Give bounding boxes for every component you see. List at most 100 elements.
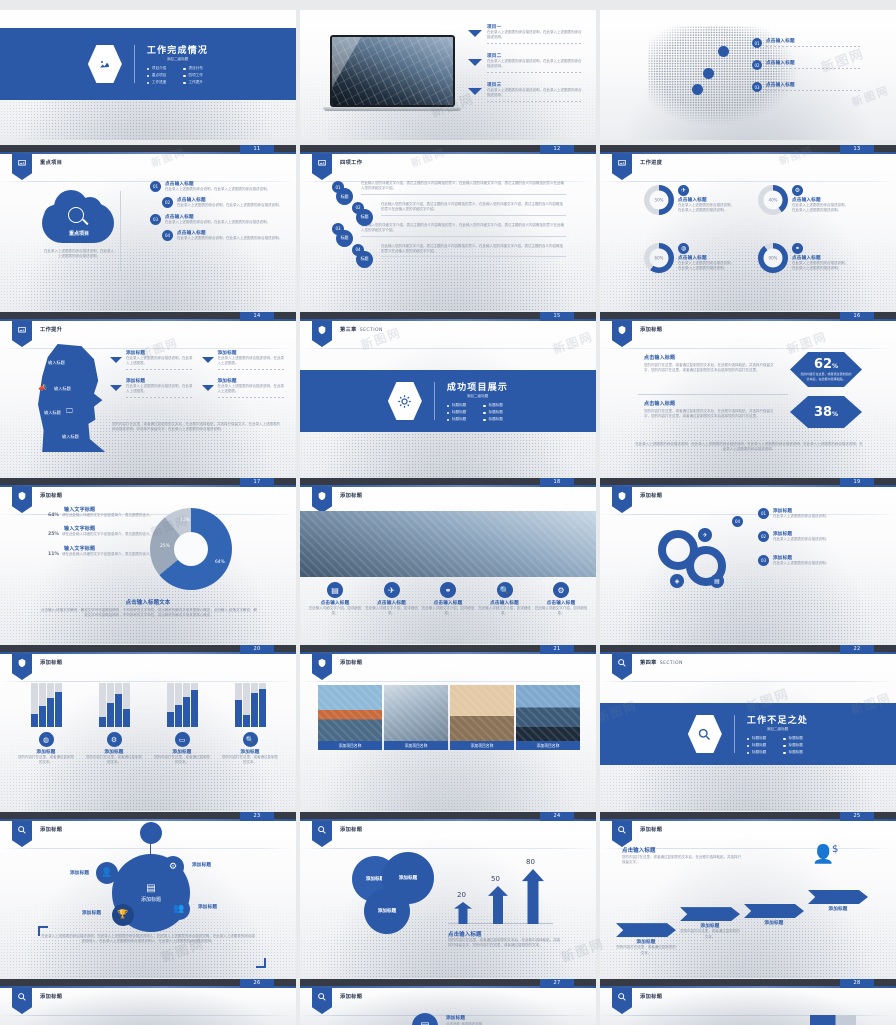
- donut-card[interactable]: 50% ✈ 点击输入标题 在此录入上述图表的综合描述说明，在此录入上述图表的描述…: [644, 185, 734, 215]
- bike-icon: ⚙: [106, 732, 122, 747]
- legend-item[interactable]: 输入文字标题 25% 请在此处输入详细的文字介绍信息简介，表达图表的含义。: [48, 525, 153, 537]
- slide-thumbnail[interactable]: 19 添加标题 ✈ ◈ ▤ 04 01 添加标题 在此录入上述图表的综合描述说明…: [600, 478, 896, 644]
- list-item[interactable]: 02 添加标题 在此录入上述图表的综合描述说明。: [758, 531, 884, 543]
- step-item[interactable]: 添加标题 您的内容打在这里，或者通过复制您的文本。: [680, 907, 740, 940]
- bar-chart: [85, 683, 143, 727]
- list-item[interactable]: 03 点击输入标题 在此录入上述图表的综合说明，在此录入上述图表的综合描述说明。: [150, 213, 290, 225]
- list-item[interactable]: 03 添加标题 在此录入上述图表的综合描述说明。: [758, 554, 884, 566]
- page-number: 19: [840, 478, 874, 487]
- slide-thumbnail[interactable]: 13 工作进度 50% ✈ 点击输入标题 在此录入上述图表的综合描述说明，在此录…: [600, 145, 896, 311]
- photo-card[interactable]: 添加项目名称: [516, 685, 580, 750]
- node-bubble[interactable]: 🏆: [112, 904, 134, 926]
- project-item[interactable]: 项目三 在此录入上述图表的综合描述说明，在此录入上述图表的综合描述说明。: [468, 82, 583, 102]
- icon-card[interactable]: ▤ 点击输入标题 在此输入详细文字介绍，如详细信息。: [308, 582, 362, 617]
- slide-thumbnail[interactable]: 11 重点项目 重点项目 在此录入上述图表的综合描述说明，在此录入上述图表的综合…: [0, 145, 296, 311]
- item-desc: 在此录入上述图表的综合描述说明，在此录入上述图表。: [217, 383, 285, 394]
- slide-thumbnail[interactable]: 16 添加标题 点击输入标题 您的内容打在这里，或者通过复制您的文本后，在此框中…: [600, 312, 896, 478]
- slide-thumbnail[interactable]: 24 添加标题 添加标题 添加标题 添加标题 20 50 80 点击输入标题 您…: [300, 812, 596, 978]
- list-item[interactable]: 添加标题 在此录入上述图表的综合描述说明，在此录入上述图表。: [201, 350, 285, 370]
- photo-card[interactable]: 添加项目名称: [384, 685, 448, 750]
- slide-thumbnail[interactable]: 工作完成情况 添加二级标题 项目介绍 项目分布 重点项目 四项工作 工作进度 工…: [0, 10, 296, 140]
- slide-thumbnail[interactable]: 15 第三章 SECTION 成功项目展示 添加二级标题 标题标题 标题标题 标题…: [300, 312, 596, 478]
- percent-unit: %: [832, 410, 839, 418]
- bar-group[interactable]: ◍ 添加标题 您的内容打在这里，或者通过复制您的文本。: [17, 683, 75, 766]
- slide-header-title: 重点项目: [40, 160, 63, 166]
- photo-card[interactable]: 添加项目名称: [318, 685, 382, 750]
- slide-thumbnail[interactable]: 18 添加标题 ▤ 点击输入标题 在此输入详细文字介绍，如详细信息。 ✈ 点击输…: [300, 478, 596, 644]
- icon-card[interactable]: ⚙ 点击输入标题 在此输入详细文字介绍，如详细信息。: [534, 582, 588, 617]
- slide-thumbnail[interactable]: 23 添加标题 ▤ 添加标题 👤 添加标题 ⚙ 添加标题 👥 添加标题 🏆 添加…: [0, 812, 296, 978]
- donut-card[interactable]: 60% ◍ 点击输入标题 在此录入上述图表的综合描述说明，在此录入上述图表的描述…: [644, 243, 734, 273]
- cover-bullet: 项目介绍: [146, 66, 172, 71]
- project-item[interactable]: 项目二 在此录入上述图表的综合描述说明，在此录入上述图表的综合描述说明。: [468, 53, 583, 73]
- step-title: 添加标题: [828, 907, 848, 912]
- slide-thumbnail[interactable]: 28 添加标题: [600, 979, 896, 1025]
- icon-card[interactable]: 🔍 点击输入标题 在此输入详细文字介绍，如详细信息。: [478, 582, 532, 617]
- list-item[interactable]: 添加标题 在此录入上述图表的综合描述说明，在此录入上述图表。: [201, 378, 285, 398]
- bar-group[interactable]: ⚙ 添加标题 您的内容打在这里，或者通过复制您的文本。: [85, 683, 143, 766]
- step-item[interactable]: 添加标题: [744, 904, 804, 926]
- legend-item[interactable]: 02 点击输入标题: [752, 60, 892, 70]
- legend-item[interactable]: 01 点击输入标题: [752, 38, 892, 48]
- list-item[interactable]: 02 点击输入标题 在此录入上述图表的综合说明，在此录入上述图表的综合描述说明。: [150, 197, 290, 209]
- list-item[interactable]: 01 点击输入标题 在此录入上述图表的综合说明，在此录入上述图表的综合描述说明。: [150, 181, 290, 192]
- photo-card[interactable]: 添加项目名称: [450, 685, 514, 750]
- percent-row[interactable]: 点击输入标题 您的内容打在这里，或者通过复制您的文本后，在此框中选择粘贴，并选择…: [644, 400, 774, 420]
- slide-thumbnail[interactable]: 26 添加标题: [0, 979, 296, 1025]
- bike-icon: ⚙: [792, 185, 803, 196]
- project-desc: 在此录入上述图表的综合描述说明，在此录入上述图表的综合描述说明。: [487, 30, 582, 40]
- percent-row[interactable]: 点击输入标题 您的内容打在这里，或者通过复制您的文本后，在此框中选择粘贴，并选择…: [644, 354, 774, 374]
- slide-thumbnail[interactable]: 12 四项工作 01 标题 在此输入您的详细文字介绍，表达主题的含义内容概括的意…: [300, 145, 596, 311]
- donut-card[interactable]: 40% ⚙ 点击输入标题 在此录入上述图表的综合描述说明，在此录入上述图表的描述…: [758, 185, 848, 215]
- bar-group[interactable]: ▭ 添加标题 您的内容打在这里，或者通过复制您的文本。: [153, 683, 211, 766]
- step-item[interactable]: 添加标题 您的内容打在这里，或者通过复制您的文本。: [616, 923, 676, 956]
- list-item[interactable]: 02 标题 在此输入您的详细文字介绍，表达主题的含义内容概括的意义，在此输入您的…: [330, 201, 566, 226]
- map-pin-icon[interactable]: [718, 46, 729, 57]
- hero-photo: [300, 511, 596, 577]
- item-desc: 在此输入您的详细文字介绍，表达主题的含义内容概括的意义，在此输入您的详细文字介绍…: [361, 181, 564, 191]
- legend-item[interactable]: 03 点击输入标题: [752, 82, 892, 92]
- project-item[interactable]: 项目一 在此录入上述图表的综合描述说明，在此录入上述图表的综合描述说明。: [468, 24, 583, 44]
- map-pin-icon[interactable]: [692, 84, 703, 95]
- icon-card[interactable]: ⚭ 点击输入标题 在此输入详细文字介绍，如详细信息。: [421, 582, 475, 617]
- slide-thumbnail[interactable]: 21 添加标题 添加项目名称 添加项目名称 添加项目名称 添加项目名称: [300, 645, 596, 811]
- list-item[interactable]: 04 点击输入标题 在此录入上述图表的综合说明，在此录入上述图表的综合描述说明。: [150, 230, 290, 242]
- arrow-value: 80: [526, 858, 535, 866]
- list-item[interactable]: 添加标题 在此录入上述图表的综合描述说明，在此录入上述图表。: [110, 378, 194, 398]
- slide-thumbnail[interactable]: 项目一 在此录入上述图表的综合描述说明，在此录入上述图表的综合描述说明。 项目二…: [300, 10, 596, 140]
- node-bubble[interactable]: 👥: [168, 898, 190, 920]
- node-bubble[interactable]: ⚙: [162, 856, 184, 878]
- list-item[interactable]: 01 添加标题 在此录入上述图表的综合描述说明。: [758, 508, 884, 519]
- legend-item[interactable]: 输入文字标题 11% 请在此处输入详细的文字介绍信息简介，表达图表的含义。: [48, 545, 153, 557]
- chevron-down-icon: [468, 87, 482, 95]
- corner-bracket: [256, 958, 266, 968]
- slide-thumbnail[interactable]: 01 点击输入标题 02 点击输入标题 03 点击输入标题: [600, 10, 896, 140]
- node-bubble[interactable]: 👤: [96, 862, 118, 884]
- laptop-base: [323, 107, 462, 111]
- cover-title: 工作完成情况: [146, 46, 209, 56]
- slide-thumbnail[interactable]: 22 第四章 SECTION 工作不足之处 添加二级标题 标题标题 标题标题 标题…: [600, 645, 896, 811]
- icon-card[interactable]: ✈ 点击输入标题 在此输入详细文字介绍，如详细信息。: [365, 582, 419, 617]
- list-item[interactable]: 01 标题 在此输入您的详细文字介绍，表达主题的含义内容概括的意义，在此输入您的…: [330, 181, 566, 205]
- venn-circle[interactable]: 添加标题: [364, 888, 410, 934]
- slide-thumbnail[interactable]: 17 添加标题 输入文字标题 64% 请在此处输入详细的文字介绍信息简介，表达图…: [0, 478, 296, 644]
- slide-thumbnail[interactable]: 27 添加标题 ▤ 添加标题 点击此处 添加描述说明: [300, 979, 596, 1025]
- project-photo: [516, 685, 580, 741]
- step-item[interactable]: 添加标题: [808, 890, 868, 912]
- legend-item[interactable]: 输入文字标题 64% 请在此处输入详细的文字介绍信息简介，表达图表的含义。: [48, 506, 153, 518]
- slide-thumbnail[interactable]: 20 添加标题 ◍ 添加标题 您的内容打在这里，或者通过复制您的文本。 ⚙ 添加…: [0, 645, 296, 811]
- item-number: 01: [150, 181, 161, 192]
- cover-bullets: 标题标题 标题标题 标题标题 标题标题 标题标题 标题标题: [746, 736, 808, 755]
- map-pin-icon[interactable]: [703, 68, 714, 79]
- list-item[interactable]: 添加标题 在此录入上述图表的综合描述说明，在此录入上述图表。: [110, 350, 194, 370]
- project-photo: [384, 685, 448, 741]
- bar-group[interactable]: 🔍 添加标题 您的内容打在这里，或者通过复制您的文本。: [221, 683, 279, 766]
- donut-card[interactable]: 90% ⚭ 点击输入标题 在此录入上述图表的综合描述说明，在此录入上述图表的描述…: [758, 243, 848, 273]
- divider: [766, 46, 861, 47]
- divider: [126, 396, 194, 398]
- list-item[interactable]: 04 标题 在此输入您的详细文字介绍，表达主题的含义内容概括的意义，在此输入您的…: [330, 243, 566, 268]
- slide-thumbnail[interactable]: 25 添加标题 点击输入标题 您的内容打在这里，或者通过复制您的文本后，在此框中…: [600, 812, 896, 978]
- progress-donut: 40%: [758, 185, 788, 215]
- item-desc: 在此输入您的详细文字介绍，表达主题的含义内容概括的意义，在此输入您的详细文字介绍…: [381, 201, 563, 212]
- slide-thumbnail[interactable]: 14 工作提升 输入标题 输入标题 输入标题 输入标题 📣 🖵 添加标题 在此录…: [0, 312, 296, 478]
